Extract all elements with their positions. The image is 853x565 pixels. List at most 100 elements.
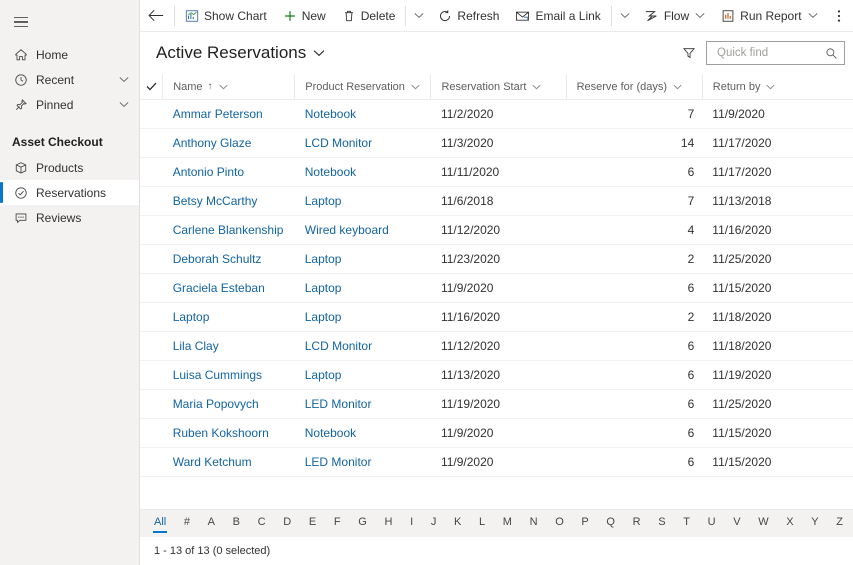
- email-a-link-button[interactable]: Email a Link: [507, 1, 608, 31]
- cell-name[interactable]: Antonio Pinto: [162, 157, 295, 187]
- cell-name[interactable]: Luisa Cummings: [162, 360, 295, 390]
- cell-product[interactable]: Laptop: [294, 273, 431, 303]
- sidebar-item-home[interactable]: Home: [0, 42, 139, 67]
- filter-icon[interactable]: [676, 40, 702, 66]
- chevron-down-icon[interactable]: [119, 76, 129, 83]
- alpha-filter-d[interactable]: D: [283, 517, 291, 530]
- product-link[interactable]: Laptop: [305, 252, 342, 266]
- name-link[interactable]: Antonio Pinto: [173, 165, 244, 179]
- chevron-down-icon[interactable]: [695, 12, 705, 19]
- cell-product[interactable]: Laptop: [294, 302, 431, 332]
- name-link[interactable]: Lila Clay: [173, 339, 219, 353]
- cell-name[interactable]: Lila Clay: [162, 331, 295, 361]
- cell-product[interactable]: Notebook: [294, 157, 431, 187]
- cell-name[interactable]: Laptop: [162, 302, 295, 332]
- name-link[interactable]: Deborah Schultz: [173, 252, 262, 266]
- alpha-filter-i[interactable]: I: [410, 517, 413, 530]
- chevron-down-icon[interactable]: [673, 84, 682, 90]
- table-row[interactable]: Laptop Laptop 11/16/2020 2 11/18/2020: [140, 302, 853, 332]
- back-arrow-icon[interactable]: [140, 1, 172, 31]
- alpha-filter-k[interactable]: K: [454, 517, 461, 530]
- alpha-filter-g[interactable]: G: [358, 517, 367, 530]
- cell-name[interactable]: Deborah Schultz: [162, 244, 295, 274]
- product-link[interactable]: Laptop: [305, 368, 342, 382]
- new-button[interactable]: New: [275, 1, 334, 31]
- alpha-filter-f[interactable]: F: [334, 517, 341, 530]
- alpha-filter-w[interactable]: W: [758, 517, 768, 530]
- column-header-reservation-start[interactable]: Reservation Start: [430, 74, 567, 100]
- cell-product[interactable]: Laptop: [294, 244, 431, 274]
- search-input[interactable]: [715, 46, 824, 60]
- refresh-button[interactable]: Refresh: [430, 1, 507, 31]
- row-checkbox-cell[interactable]: [140, 99, 163, 129]
- alpha-filter-c[interactable]: C: [258, 517, 266, 530]
- alpha-filter-x[interactable]: X: [786, 517, 793, 530]
- column-header-return-by[interactable]: Return by: [701, 74, 853, 100]
- name-link[interactable]: Ruben Kokshoorn: [173, 426, 269, 440]
- row-checkbox-cell[interactable]: [140, 215, 163, 245]
- sidebar-item-products[interactable]: Products: [0, 155, 139, 180]
- more-vertical-icon[interactable]: [826, 1, 852, 31]
- alpha-filter-q[interactable]: Q: [606, 517, 615, 530]
- name-link[interactable]: Betsy McCarthy: [173, 194, 258, 208]
- chevron-down-icon[interactable]: [119, 101, 129, 108]
- search-icon[interactable]: [824, 47, 838, 60]
- row-checkbox-cell[interactable]: [140, 389, 163, 419]
- alpha-filter-v[interactable]: V: [733, 517, 740, 530]
- table-row[interactable]: Ruben Kokshoorn Notebook 11/9/2020 6 11/15/2…: [140, 418, 853, 448]
- alpha-filter-b[interactable]: B: [233, 517, 240, 530]
- alpha-filter-y[interactable]: Y: [811, 517, 818, 530]
- product-link[interactable]: Wired keyboard: [305, 223, 389, 237]
- cell-product[interactable]: LCD Monitor: [294, 128, 431, 158]
- row-checkbox-cell[interactable]: [140, 128, 163, 158]
- name-link[interactable]: Luisa Cummings: [173, 368, 262, 382]
- product-link[interactable]: LED Monitor: [305, 397, 372, 411]
- chevron-down-icon[interactable]: [532, 84, 541, 90]
- alpha-filter-a[interactable]: A: [208, 517, 215, 530]
- alpha-filter-e[interactable]: E: [309, 517, 316, 530]
- row-checkbox-cell[interactable]: [140, 302, 163, 332]
- column-header-product-reservation[interactable]: Product Reservation: [294, 74, 431, 100]
- sidebar-item-reservations[interactable]: Reservations: [0, 180, 139, 205]
- product-link[interactable]: LCD Monitor: [305, 339, 372, 353]
- alpha-filter-j[interactable]: J: [431, 517, 437, 530]
- product-link[interactable]: Notebook: [305, 165, 356, 179]
- table-row[interactable]: Luisa Cummings Laptop 11/13/2020 6 11/19/202…: [140, 360, 853, 390]
- cell-product[interactable]: Notebook: [294, 99, 431, 129]
- table-row[interactable]: Ward Ketchum LED Monitor 11/9/2020 6 11/15/2…: [140, 447, 853, 477]
- sidebar-item-reviews[interactable]: Reviews: [0, 205, 139, 230]
- row-checkbox-cell[interactable]: [140, 447, 163, 477]
- table-row[interactable]: Lila Clay LCD Monitor 11/12/2020 6 11/18/202…: [140, 331, 853, 361]
- table-row[interactable]: Graciela Esteban Laptop 11/9/2020 6 11/15/20…: [140, 273, 853, 303]
- column-header-name[interactable]: Name ↑: [162, 74, 295, 100]
- alpha-filter-l[interactable]: L: [479, 517, 485, 530]
- flow-button[interactable]: Flow: [636, 1, 713, 31]
- cell-name[interactable]: Ward Ketchum: [162, 447, 295, 477]
- cell-name[interactable]: Ruben Kokshoorn: [162, 418, 295, 448]
- chevron-down-icon[interactable]: [411, 84, 420, 90]
- alpha-filter-all[interactable]: All: [152, 517, 168, 533]
- name-link[interactable]: Anthony Glaze: [173, 136, 252, 150]
- table-row[interactable]: Carlene Blankenship Wired keyboard 11/12/2…: [140, 215, 853, 245]
- cell-name[interactable]: Anthony Glaze: [162, 128, 295, 158]
- name-link[interactable]: Carlene Blankenship: [173, 223, 284, 237]
- table-row[interactable]: Anthony Glaze LCD Monitor 11/3/2020 14 11/17…: [140, 128, 853, 158]
- product-link[interactable]: Laptop: [305, 194, 342, 208]
- chevron-down-icon[interactable]: [218, 84, 228, 90]
- name-link[interactable]: Laptop: [173, 310, 210, 324]
- row-checkbox-cell[interactable]: [140, 418, 163, 448]
- row-checkbox-cell[interactable]: [140, 331, 163, 361]
- alpha-filter-r[interactable]: R: [633, 517, 641, 530]
- name-link[interactable]: Ward Ketchum: [173, 455, 252, 469]
- cell-product[interactable]: LED Monitor: [294, 389, 431, 419]
- product-link[interactable]: Notebook: [305, 107, 356, 121]
- name-link[interactable]: Ammar Peterson: [173, 107, 263, 121]
- row-checkbox-cell[interactable]: [140, 244, 163, 274]
- table-row[interactable]: Betsy McCarthy Laptop 11/6/2018 7 11/13/2018: [140, 186, 853, 216]
- cell-product[interactable]: Laptop: [294, 360, 431, 390]
- alpha-filter-o[interactable]: O: [555, 517, 564, 530]
- chevron-down-icon[interactable]: [766, 84, 776, 90]
- alpha-filter-s[interactable]: S: [658, 517, 665, 530]
- cell-product[interactable]: Notebook: [294, 418, 431, 448]
- cell-name[interactable]: Betsy McCarthy: [162, 186, 295, 216]
